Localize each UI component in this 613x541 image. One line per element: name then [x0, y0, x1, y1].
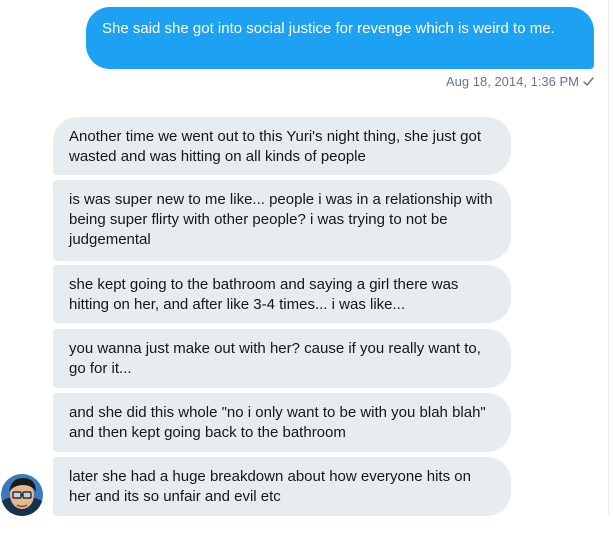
received-message-text: she kept going to the bathroom and sayin…	[69, 276, 459, 313]
received-message-bubble[interactable]: Another time we went out to this Yuri's …	[53, 117, 511, 175]
received-message-bubble[interactable]: is was super new to me like... people i …	[53, 180, 511, 261]
received-message-bubble[interactable]: she kept going to the bathroom and sayin…	[53, 265, 511, 323]
cartoon-avatar-icon[interactable]	[1, 474, 43, 516]
checkmark-icon	[582, 75, 595, 88]
received-message-bubble[interactable]: later she had a huge breakdown about how…	[53, 457, 511, 516]
sent-message-timestamp: Aug 18, 2014, 1:36 PM	[446, 74, 579, 89]
bottom-edge-mask	[0, 516, 613, 541]
received-message-bubble[interactable]: you wanna just make out with her? cause …	[53, 329, 511, 388]
received-message-text: you wanna just make out with her? cause …	[69, 340, 481, 377]
sent-message-bubble[interactable]: She said she got into social justice for…	[86, 7, 594, 69]
sent-message-meta: Aug 18, 2014, 1:36 PM	[446, 74, 595, 89]
received-message-text: is was super new to me like... people i …	[69, 191, 493, 248]
received-message-text: and she did this whole "no i only want t…	[69, 404, 486, 441]
pane-divider	[608, 0, 609, 541]
received-message-text: Another time we went out to this Yuri's …	[69, 128, 481, 165]
sent-message-text: She said she got into social justice for…	[102, 20, 555, 37]
received-message-bubble[interactable]: and she did this whole "no i only want t…	[53, 393, 511, 452]
conversation-pane: She said she got into social justice for…	[0, 0, 613, 541]
received-message-text: later she had a huge breakdown about how…	[69, 468, 471, 505]
